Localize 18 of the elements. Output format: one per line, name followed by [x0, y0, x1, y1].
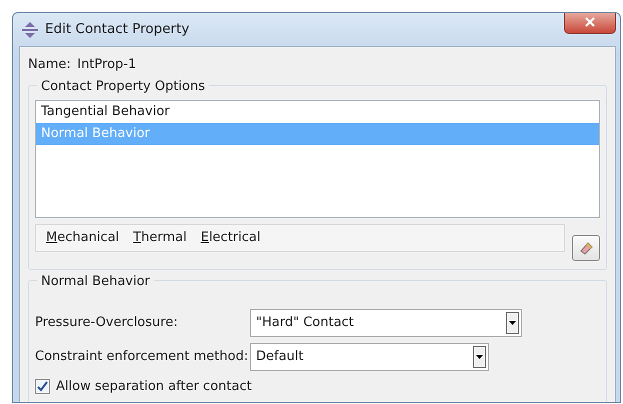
checkbox-label: Allow separation after contact	[56, 378, 252, 396]
app-icon	[21, 20, 39, 38]
eraser-button[interactable]	[572, 234, 600, 260]
close-icon	[585, 17, 595, 28]
field-label: Pressure-Overclosure:	[35, 314, 179, 332]
close-button[interactable]	[564, 13, 616, 34]
eraser-icon	[578, 240, 594, 256]
list-item[interactable]: Tangential Behavior	[36, 100, 599, 122]
field-label: Constraint enforcement method:	[35, 348, 250, 366]
name-label: Name:	[28, 56, 71, 74]
menu-item[interactable]: Thermal	[133, 228, 187, 248]
dropdown[interactable]: Default	[250, 342, 489, 370]
checkbox[interactable]	[35, 378, 50, 394]
name-value: IntProp-1	[77, 56, 136, 74]
dropdown[interactable]: "Hard" Contact	[250, 308, 522, 336]
menu-item[interactable]: Mechanical	[46, 228, 120, 248]
menu-item[interactable]: Electrical	[200, 228, 260, 248]
window-title: Edit Contact Property	[45, 20, 190, 40]
